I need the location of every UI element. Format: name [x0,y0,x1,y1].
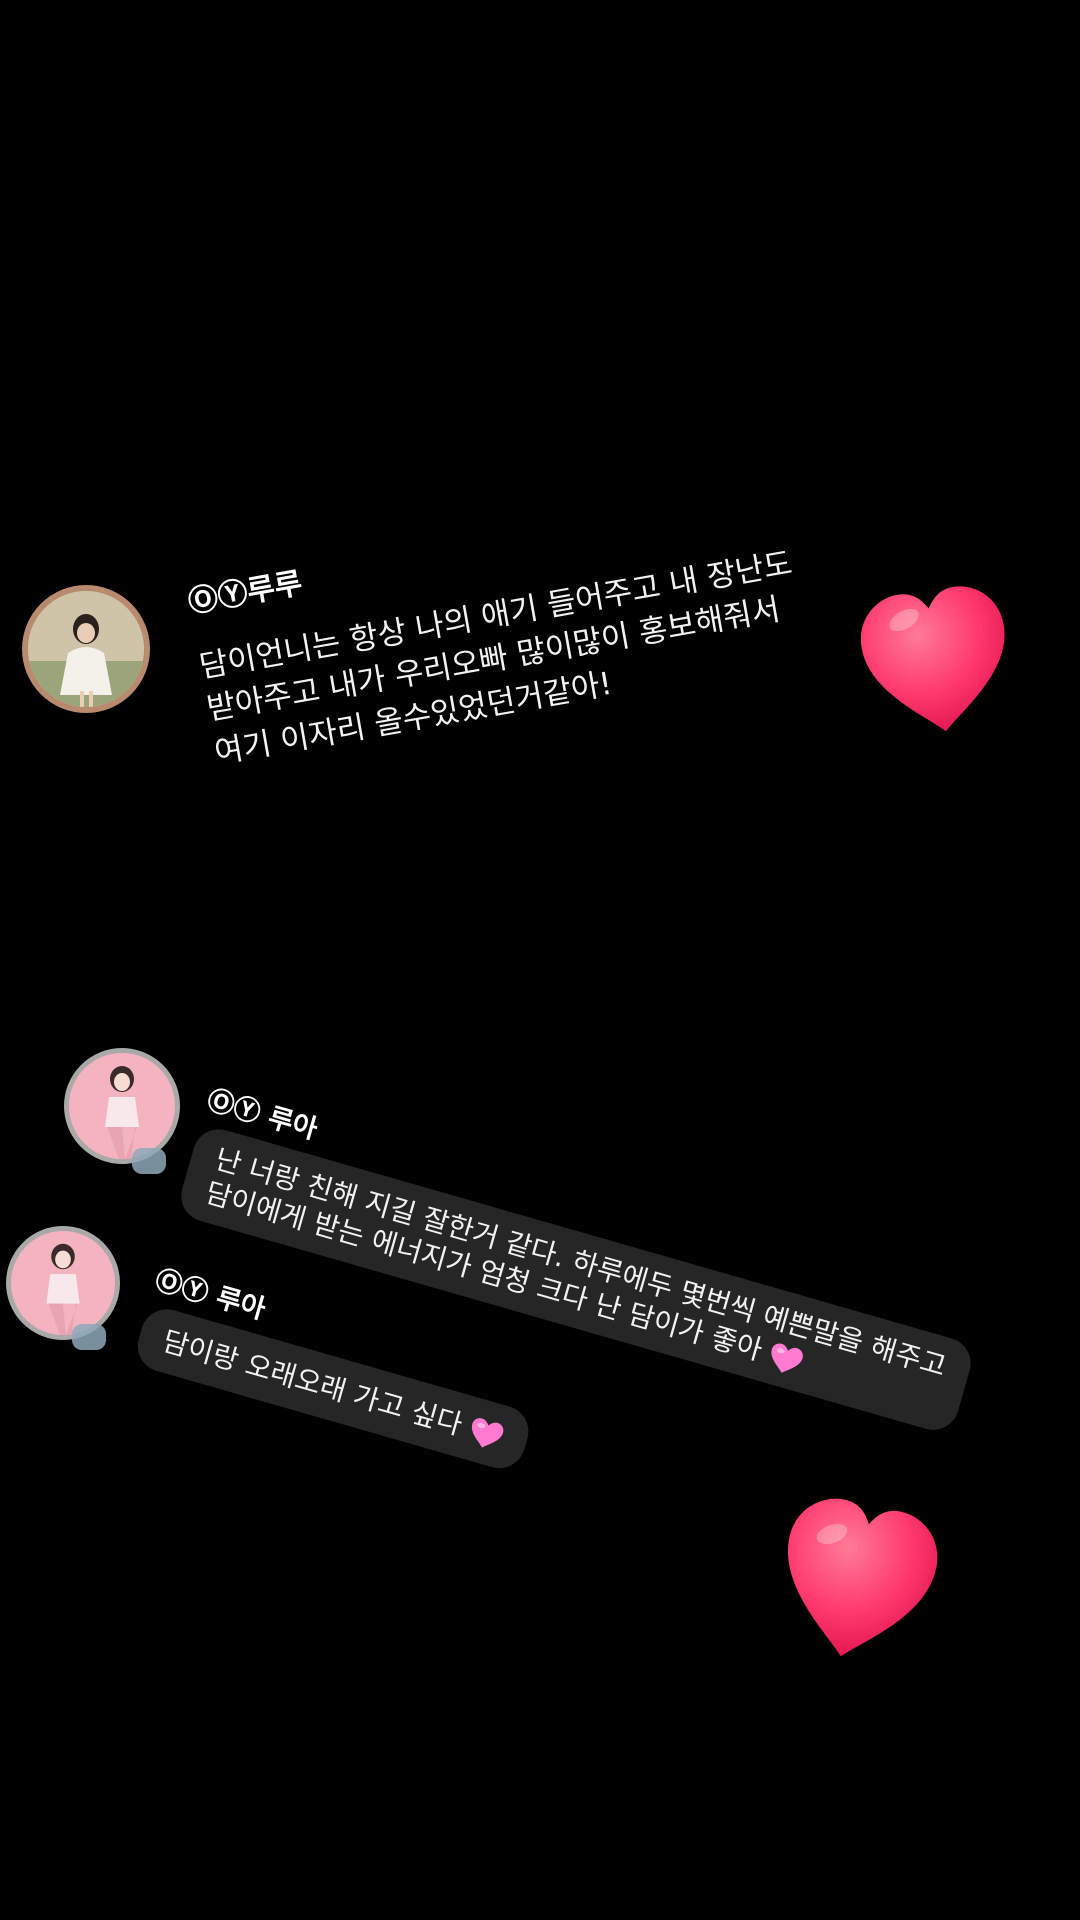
avatar[interactable] [22,585,150,713]
pink-heart-icon [771,1343,804,1374]
avatar-badge [132,1148,166,1174]
avatar[interactable] [6,1226,120,1340]
red-heart-icon [788,1498,938,1657]
avatar-photo [28,591,144,707]
post-1: ⓄⓎ루루 담이언니는 항상 나의 애기 들어주고 내 장난도 받아주고 내가 우… [184,474,811,775]
red-heart-icon [860,586,1005,732]
avatar-illustration [11,1231,115,1335]
avatar-illustration [69,1053,175,1159]
pink-heart-icon [471,1418,504,1448]
avatar-badge [72,1324,106,1350]
avatar[interactable] [64,1048,180,1164]
